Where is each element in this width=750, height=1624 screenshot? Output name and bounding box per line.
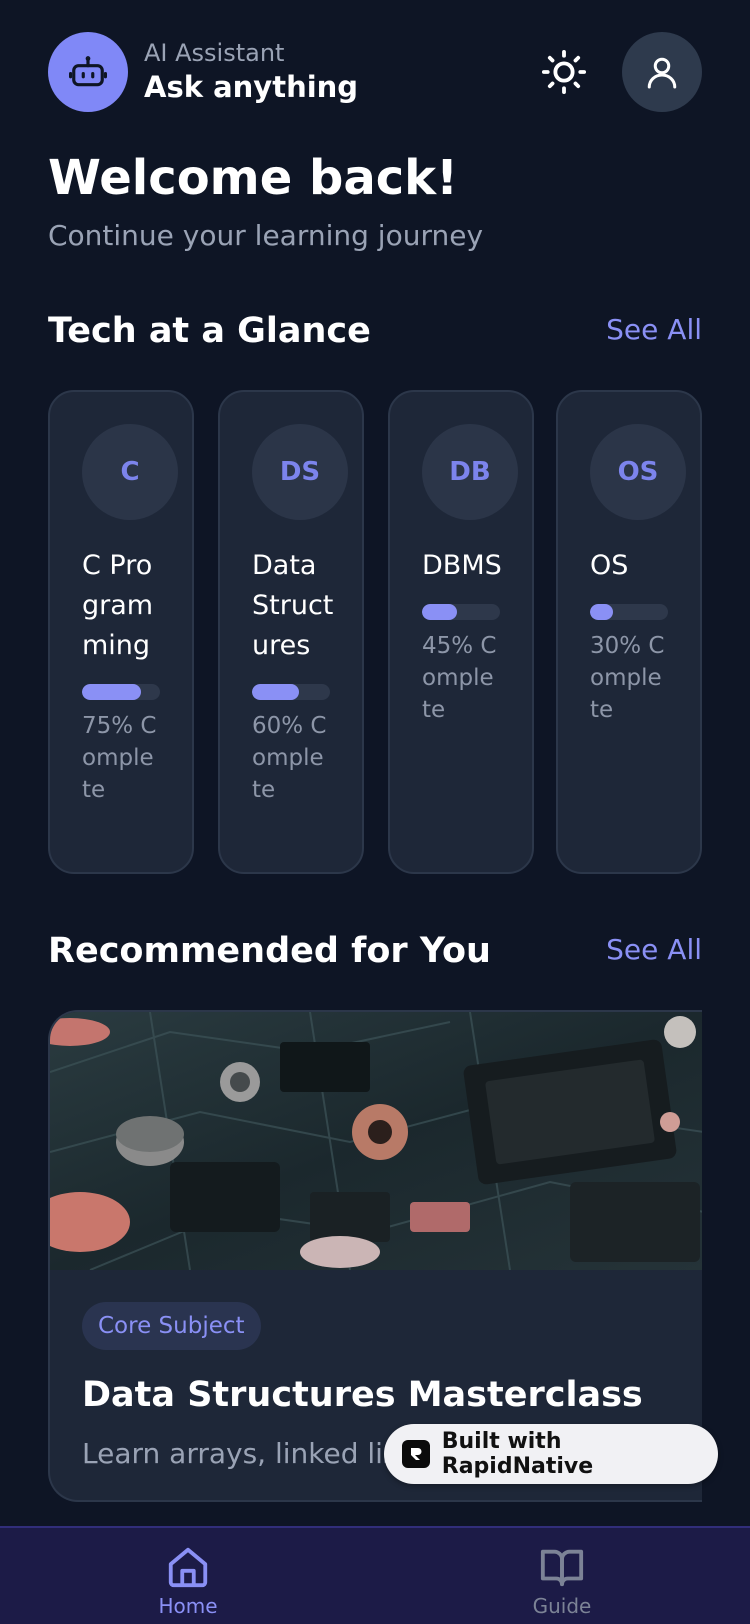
- nav-label-guide: Guide: [532, 1594, 592, 1618]
- tech-name: OS: [590, 550, 629, 581]
- progress-text: 45% Complete: [422, 633, 497, 723]
- assistant-header-text[interactable]: AI Assistant Ask anything: [144, 38, 358, 106]
- progress-fill: [422, 604, 458, 620]
- tech-cards-row: C C Programming 75% Complete DS Data Str…: [48, 390, 702, 874]
- progress-fill: [252, 684, 299, 700]
- progress-bar: [422, 604, 500, 620]
- app-header: AI Assistant Ask anything: [48, 32, 702, 112]
- progress-text: 75% Complete: [82, 713, 157, 803]
- tech-section-title: Tech at a Glance: [48, 311, 371, 351]
- assistant-avatar[interactable]: [48, 32, 128, 112]
- tech-card-db[interactable]: DB DBMS 45% Complete: [388, 390, 534, 874]
- tech-badge: DB: [422, 424, 518, 520]
- assistant-title: Ask anything: [144, 70, 359, 104]
- category-tag: Core Subject: [82, 1302, 261, 1350]
- tech-card-os[interactable]: OS OS 30% Complete: [556, 390, 702, 874]
- bottom-nav: Home Guide: [0, 1526, 750, 1624]
- tech-badge: DS: [252, 424, 348, 520]
- rapidnative-logo-icon: [402, 1440, 430, 1468]
- tech-card-ds[interactable]: DS Data Structures 60% Complete: [218, 390, 364, 874]
- course-description: Learn arrays, linked lists: [82, 1437, 424, 1470]
- progress-text: 60% Complete: [252, 713, 327, 803]
- assistant-label: AI Assistant: [144, 39, 285, 67]
- sun-icon: [541, 49, 587, 95]
- profile-button[interactable]: [622, 32, 702, 112]
- tech-badge: OS: [590, 424, 686, 520]
- progress-bar: [252, 684, 330, 700]
- built-with-text: Built with RapidNative: [441, 1429, 594, 1479]
- page-subtitle: Continue your learning journey: [48, 219, 484, 252]
- progress-fill: [590, 604, 614, 620]
- page-title: Welcome back!: [48, 150, 458, 206]
- tech-badge: C: [82, 424, 178, 520]
- user-icon: [647, 57, 677, 89]
- circuit-board-image: [50, 1012, 702, 1271]
- book-icon: [540, 1549, 584, 1587]
- tech-name: Data Structures: [252, 550, 334, 661]
- tech-card-c[interactable]: C C Programming 75% Complete: [48, 390, 194, 874]
- nav-label-home: Home: [158, 1594, 218, 1618]
- progress-fill: [82, 684, 141, 700]
- nav-item-guide[interactable]: Guide: [492, 1544, 632, 1620]
- theme-toggle-button[interactable]: [538, 46, 590, 98]
- recommended-see-all-link[interactable]: See All: [606, 930, 702, 970]
- progress-bar: [82, 684, 160, 700]
- recommended-section-title: Recommended for You: [48, 931, 491, 971]
- progress-bar: [590, 604, 668, 620]
- progress-text: 30% Complete: [590, 633, 665, 723]
- robot-icon: [69, 56, 107, 87]
- tech-name: C Programming: [82, 550, 154, 661]
- nav-item-home[interactable]: Home: [118, 1544, 258, 1620]
- tech-name: DBMS: [422, 550, 502, 581]
- course-title: Data Structures Masterclass: [82, 1375, 643, 1415]
- built-with-badge[interactable]: Built with RapidNative: [384, 1424, 718, 1484]
- home-icon: [168, 1547, 208, 1588]
- tech-see-all-link[interactable]: See All: [606, 310, 702, 350]
